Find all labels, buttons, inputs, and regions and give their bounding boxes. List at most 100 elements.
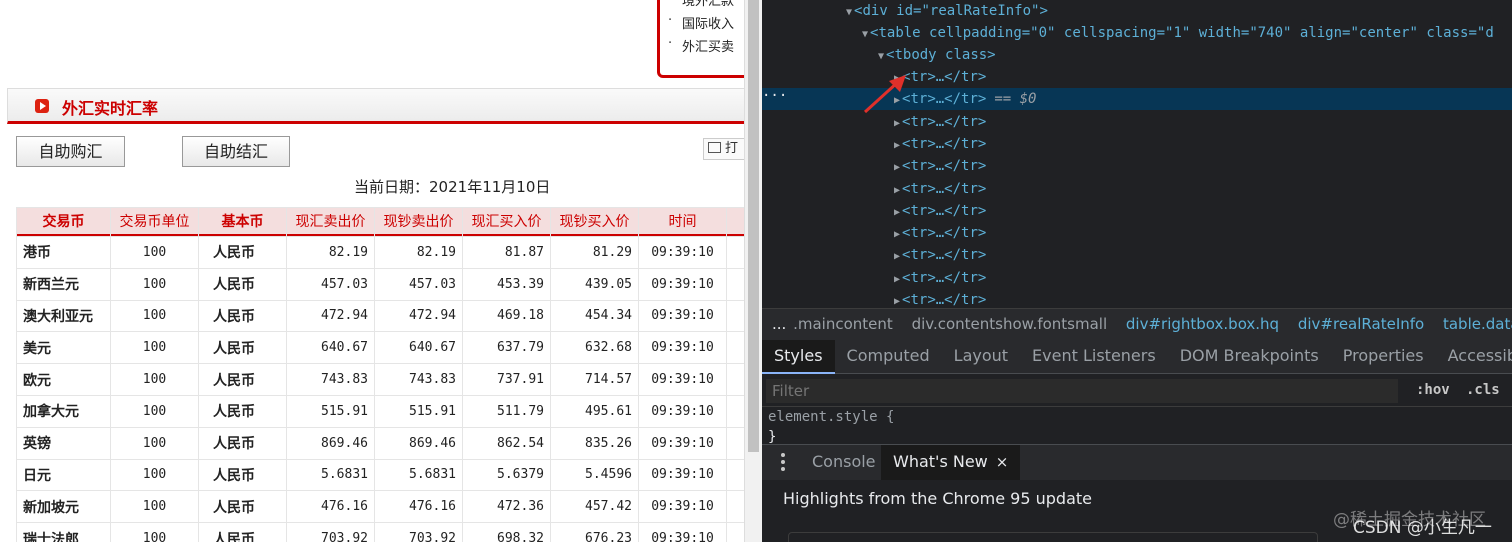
expand-icon[interactable]: ▶ (894, 251, 900, 262)
dom-node-text: <tr>…</tr> (902, 202, 987, 219)
self-sell-button[interactable]: 自助结汇 (182, 136, 290, 167)
dom-node-tbody[interactable]: ▼ <tbody class> (762, 44, 1512, 66)
tab-computed[interactable]: Computed (835, 340, 942, 374)
styles-filter-input[interactable] (766, 379, 1398, 403)
dom-node-tr[interactable]: ▶ <tr>…</tr> (762, 267, 1512, 289)
dom-node-tr[interactable]: ▶ <tr>…</tr> (762, 111, 1512, 133)
expand-icon[interactable]: ▶ (894, 162, 900, 173)
table-cell: 5.4596 (551, 459, 638, 491)
table-cell: 472.94 (375, 300, 462, 332)
column-header: 现汇买入价 (463, 208, 550, 236)
print-button[interactable]: 打 (703, 138, 748, 160)
notice-item[interactable]: ·境外汇款 (668, 0, 734, 9)
dom-node-tr[interactable]: ▶ <tr>…</tr> (762, 244, 1512, 266)
breadcrumb-item[interactable]: ... (772, 315, 786, 333)
table-cell: 人民币 (199, 364, 286, 395)
expand-icon[interactable]: ▶ (894, 140, 900, 151)
styles-filter-bar: :hov .cls (762, 375, 1512, 407)
breadcrumb-item[interactable]: div#realRateInfo (1298, 315, 1424, 333)
devtools-panel: ▼ <div id="realRateInfo"> ▼ <table cellpad… (762, 0, 1512, 542)
table-cell: 743.83 (375, 364, 462, 395)
expand-icon[interactable]: ▶ (894, 229, 900, 240)
tab-layout[interactable]: Layout (942, 340, 1020, 374)
dom-node-tr[interactable]: ▶ <tr>…</tr> (762, 66, 1512, 88)
tab-properties[interactable]: Properties (1331, 340, 1436, 374)
table-row: 新西兰元 100 人民币 457.03 457.03 453.39 439.05 09:39:… (17, 268, 762, 300)
element-style-close: } (768, 429, 777, 444)
breadcrumb-item[interactable]: div.contentshow.fontsmall (912, 315, 1108, 333)
expand-icon[interactable]: ▶ (894, 185, 900, 196)
table-cell: 495.61 (551, 395, 638, 427)
section-header: 外汇实时汇率 (7, 88, 752, 124)
table-cell: 人民币 (199, 268, 286, 300)
expand-icon[interactable]: ▶ (894, 207, 900, 218)
close-icon[interactable]: × (996, 453, 1009, 471)
expand-icon[interactable]: ▶ (894, 95, 900, 106)
table-cell: 人民币 (199, 300, 286, 332)
table-cell: 81.29 (551, 237, 638, 268)
page-scrollbar[interactable] (744, 0, 762, 542)
column-header: 交易币 (17, 208, 110, 236)
table-cell: 人民币 (199, 395, 286, 427)
selected-marker: == $0 (994, 91, 1037, 108)
breadcrumb-item[interactable]: .maincontent (793, 315, 893, 333)
dom-node-tr[interactable]: ▶ <tr>…</tr> (762, 222, 1512, 244)
tab-dom-breakpoints[interactable]: DOM Breakpoints (1168, 340, 1331, 374)
table-cell: 09:39:10 (639, 395, 726, 427)
section-title: 外汇实时汇率 (62, 99, 159, 118)
cls-toggle[interactable]: .cls (1466, 382, 1500, 398)
expand-icon[interactable]: ▶ (894, 296, 900, 307)
dom-node-text: <tr>…</tr> (902, 91, 987, 108)
screenshot-root: ·境外汇款 ·国际收入 ·外汇买卖 外汇实时汇率 自助购汇 自助结汇 打 当前日… (0, 0, 1512, 542)
dom-node-table[interactable]: ▼ <table cellpadding="0" cellspacing="1" … (762, 22, 1512, 44)
table-cell: 698.32 (463, 523, 550, 542)
table-cell: 703.92 (287, 523, 374, 542)
table-cell: 81.87 (463, 237, 550, 268)
column-header: 交易币单位 (111, 208, 198, 236)
expand-icon[interactable]: ▶ (894, 73, 900, 84)
dom-node-tr[interactable]: ▶ <tr>…</tr> (762, 289, 1512, 308)
table-cell: 欧元 (17, 364, 110, 395)
expand-icon[interactable]: ▶ (894, 274, 900, 285)
table-cell: 09:39:10 (639, 332, 726, 364)
tab-styles[interactable]: Styles (762, 340, 835, 374)
tab-accessibility[interactable]: Accessibility (1436, 340, 1512, 374)
self-buy-button[interactable]: 自助购汇 (16, 136, 125, 167)
breadcrumb-item[interactable]: table.data (1443, 315, 1512, 333)
breadcrumb-item[interactable]: div#rightbox.box.hq (1126, 315, 1279, 333)
table-cell: 5.6831 (375, 459, 462, 491)
gutter-dots[interactable]: ··· (762, 88, 787, 104)
tab-console[interactable]: Console (800, 445, 888, 481)
table-cell: 100 (111, 523, 198, 542)
table-header-row: 交易币 交易币单位 基本币 现汇卖出价 现钞卖出价 现汇买入价 现钞买入价 时间 (17, 208, 762, 236)
table-cell: 人民币 (199, 332, 286, 364)
hov-toggle[interactable]: :hov (1416, 382, 1450, 398)
play-icon (35, 99, 49, 113)
dom-node-tr[interactable]: ▶ <tr>…</tr> (762, 155, 1512, 177)
scrollbar-thumb[interactable] (748, 0, 759, 452)
table-cell: 100 (111, 459, 198, 491)
element-style-rule[interactable]: element.style { (768, 407, 1512, 427)
dom-node-tr[interactable]: ▶ <tr>…</tr> (762, 133, 1512, 155)
dom-node-text: <tr>…</tr> (902, 158, 987, 175)
table-cell: 476.16 (287, 491, 374, 523)
tab-whats-new[interactable]: What's New × (881, 445, 1021, 481)
table-cell: 09:39:10 (639, 364, 726, 395)
table-cell: 09:39:10 (639, 523, 726, 542)
more-icon[interactable] (780, 453, 786, 471)
table-cell: 人民币 (199, 491, 286, 523)
notice-item[interactable]: · 外汇买卖 (668, 36, 734, 55)
dom-node-tr[interactable]: ▶ <tr>…</tr> (762, 178, 1512, 200)
expand-icon[interactable]: ▶ (894, 118, 900, 129)
table-cell: 640.67 (375, 332, 462, 364)
table-cell: 人民币 (199, 237, 286, 268)
table-cell: 714.57 (551, 364, 638, 395)
dom-node-tr[interactable]: ▶ <tr>…</tr> (762, 200, 1512, 222)
tab-event-listeners[interactable]: Event Listeners (1020, 340, 1168, 374)
dom-node-tr-selected[interactable]: ▶ <tr>…</tr> == $0 (762, 88, 1512, 111)
notice-item[interactable]: · 国际收入 (668, 13, 734, 32)
drawer-tabs: Console What's New × (762, 444, 1512, 481)
dom-node-div[interactable]: ▼ <div id="realRateInfo"> (762, 0, 1512, 22)
web-page: ·境外汇款 ·国际收入 ·外汇买卖 外汇实时汇率 自助购汇 自助结汇 打 当前日… (0, 0, 762, 542)
dom-node-text: <tr>…</tr> (902, 247, 987, 264)
